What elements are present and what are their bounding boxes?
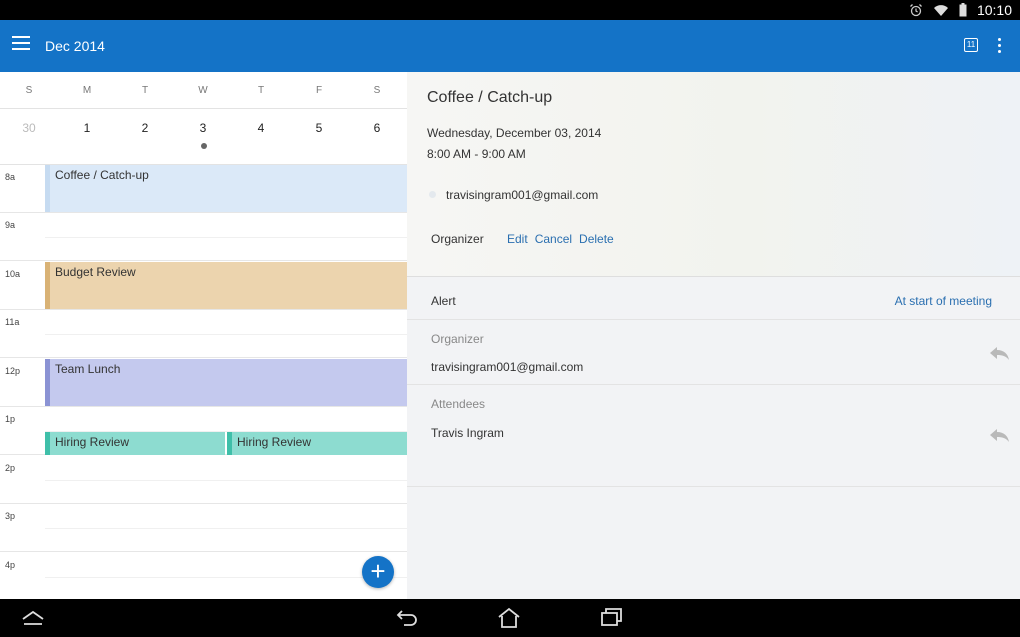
calendar-day-view: S M T W T F S 30 1 2 3 4 5 6 8a 9a 10a 1…: [0, 72, 407, 599]
week-dates: 30 1 2 3 4 5 6: [0, 109, 407, 165]
organizer-label: Organizer: [431, 332, 484, 346]
response-status-icon: [429, 191, 436, 198]
date-cell[interactable]: 5: [307, 121, 331, 135]
event-budget-review[interactable]: Budget Review: [45, 262, 407, 309]
back-icon[interactable]: [396, 607, 420, 627]
status-bar: 10:10: [0, 0, 1020, 20]
hour-label: 1p: [5, 414, 16, 424]
reply-icon[interactable]: [988, 345, 1010, 361]
hour-slot[interactable]: 4p: [0, 553, 407, 599]
app-bar: Dec 2014 11: [0, 20, 1020, 72]
event-title: Hiring Review: [55, 435, 130, 449]
hour-slot[interactable]: 3p: [0, 504, 407, 552]
hour-label: 10a: [5, 269, 21, 279]
hour-label: 4p: [5, 560, 16, 570]
hour-label: 9a: [5, 220, 16, 230]
date-cell[interactable]: 30: [17, 121, 41, 135]
hour-slot[interactable]: 11a: [0, 310, 407, 358]
alert-label: Alert: [431, 294, 456, 308]
hour-slot[interactable]: 2p: [0, 456, 407, 504]
event-coffee-catchup[interactable]: Coffee / Catch-up: [45, 165, 407, 212]
weekday-label: M: [82, 85, 92, 96]
weekday-label: T: [257, 85, 265, 96]
attendee-email: travisingram001@gmail.com: [446, 188, 599, 202]
attendee-name: Travis Ingram: [431, 426, 504, 440]
add-event-button[interactable]: +: [362, 556, 394, 588]
collapse-icon[interactable]: [21, 610, 45, 626]
date-cell[interactable]: 2: [133, 121, 157, 135]
date-cell[interactable]: 1: [75, 121, 99, 135]
event-detail-time: 8:00 AM - 9:00 AM: [427, 147, 526, 161]
event-title: Coffee / Catch-up: [55, 168, 149, 182]
cancel-link[interactable]: Cancel: [535, 232, 572, 246]
system-nav-bar: [0, 599, 1020, 637]
event-detail-pane: Coffee / Catch-up Wednesday, December 03…: [407, 72, 1020, 599]
hour-label: 3p: [5, 511, 16, 521]
attendees-label: Attendees: [431, 397, 486, 411]
today-calendar-icon[interactable]: 11: [964, 38, 978, 52]
organizer-email: travisingram001@gmail.com: [431, 360, 584, 374]
alert-value[interactable]: At start of meeting: [895, 294, 992, 308]
hour-slot[interactable]: 9a: [0, 213, 407, 261]
date-cell-selected[interactable]: 3: [191, 121, 215, 135]
date-cell[interactable]: 4: [249, 121, 273, 135]
weekday-label: T: [141, 85, 149, 96]
hour-timeline[interactable]: 8a 9a 10a 11a 12p 1p 2p 3p 4p Coffee / C…: [0, 165, 407, 599]
event-detail-title: Coffee / Catch-up: [427, 89, 553, 106]
event-actions: Edit Cancel Delete: [507, 232, 614, 246]
event-hiring-review[interactable]: Hiring Review: [227, 432, 407, 455]
reply-icon[interactable]: [988, 427, 1010, 443]
event-team-lunch[interactable]: Team Lunch: [45, 359, 407, 406]
hamburger-menu-icon[interactable]: [12, 36, 32, 56]
alert-row[interactable]: Alert At start of meeting: [407, 278, 1020, 320]
home-icon[interactable]: [497, 607, 521, 629]
wifi-icon: [933, 4, 948, 16]
delete-link[interactable]: Delete: [579, 232, 614, 246]
weekday-label: S: [373, 85, 381, 96]
weekday-header: S M T W T F S: [0, 72, 407, 109]
hour-label: 11a: [5, 317, 20, 327]
attendees-section: Attendees Travis Ingram: [407, 385, 1020, 487]
organizer-section: Organizer travisingram001@gmail.com: [407, 320, 1020, 385]
alarm-icon: [909, 4, 922, 17]
recents-icon[interactable]: [600, 607, 624, 627]
event-title: Hiring Review: [237, 435, 312, 449]
overflow-menu-icon[interactable]: [998, 38, 1002, 54]
event-detail-header: Coffee / Catch-up Wednesday, December 03…: [407, 72, 1020, 277]
role-label: Organizer: [431, 232, 484, 246]
event-indicator-dot: [201, 143, 207, 149]
weekday-label: S: [25, 85, 33, 96]
clock-time: 10:10: [976, 2, 1012, 18]
event-hiring-review[interactable]: Hiring Review: [45, 432, 225, 455]
event-detail-date: Wednesday, December 03, 2014: [427, 126, 602, 140]
hour-label: 12p: [5, 366, 21, 376]
battery-icon: [959, 3, 967, 17]
hour-label: 8a: [5, 172, 16, 182]
event-title: Budget Review: [55, 265, 136, 279]
hour-label: 2p: [5, 463, 16, 473]
date-cell[interactable]: 6: [365, 121, 389, 135]
month-title[interactable]: Dec 2014: [45, 38, 105, 54]
weekday-label: W: [198, 85, 208, 96]
edit-link[interactable]: Edit: [507, 232, 528, 246]
weekday-label: F: [315, 85, 323, 96]
event-title: Team Lunch: [55, 362, 121, 376]
